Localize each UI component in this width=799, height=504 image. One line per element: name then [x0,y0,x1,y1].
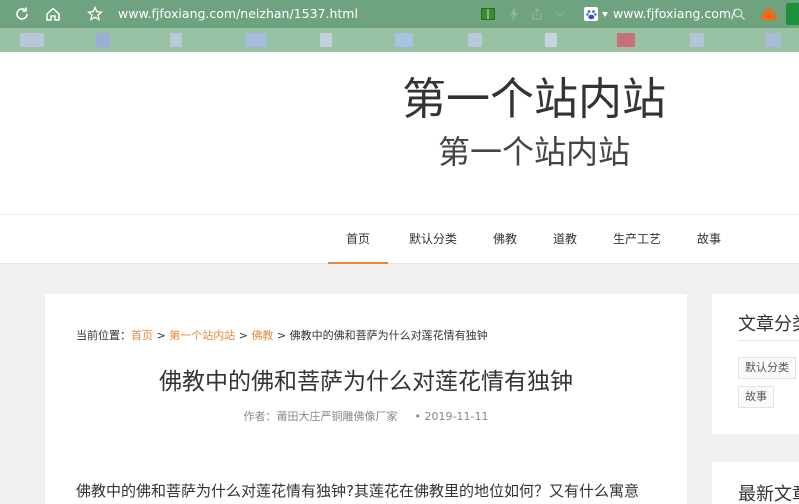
bookmark-item[interactable] [690,33,704,47]
category-tag[interactable]: 故事 [738,386,774,408]
sidebar-categories: 文章分类 默认分类 故事 [712,294,799,434]
breadcrumb: 当前位置：首页 > 第一个站内站 > 佛教 > 佛教中的佛和菩萨为什么对莲花情有… [76,327,488,343]
site-header: 第一个站内站 第一个站内站 [0,52,799,214]
article-date: • 2019-11-11 [414,410,489,423]
article-meta: 作者：莆田大庄严铜雕佛像厂家 • 2019-11-11 [45,408,687,424]
nav-item-craft[interactable]: 生产工艺 [607,215,667,264]
divider [738,340,799,341]
category-tag[interactable]: 默认分类 [738,357,796,379]
address-bar[interactable]: www.fjfoxiang.com/neizhan/1537.html [118,6,358,21]
reader-icon[interactable] [480,6,496,22]
bookmark-item[interactable] [320,33,332,47]
extension-icon[interactable] [759,6,779,22]
bookmark-item[interactable] [20,33,44,47]
sidebar-latest: 最新文章 [712,462,799,504]
breadcrumb-sep: > [153,329,170,342]
dropdown-arrow-icon [602,11,608,17]
bookmark-item[interactable] [245,33,267,47]
extension-icon-2[interactable] [786,3,799,25]
article-body: 佛教中的佛和菩萨为什么对莲花情有独钟?其莲花在佛教里的地位如何？又有什么寓意 [76,482,639,500]
breadcrumb-prefix: 当前位置： [76,329,131,342]
breadcrumb-current: 佛教中的佛和菩萨为什么对莲花情有独钟 [289,329,488,342]
article-card: 当前位置：首页 > 第一个站内站 > 佛教 > 佛教中的佛和菩萨为什么对莲花情有… [45,294,687,504]
baidu-icon [584,7,598,21]
sidebar-categories-title: 文章分类 [738,314,799,335]
lightning-icon[interactable] [508,6,520,22]
breadcrumb-category[interactable]: 佛教 [251,329,273,342]
search-box[interactable]: www.fjfoxiang.com/ [613,6,735,21]
nav-item-home[interactable]: 首页 [328,215,388,264]
bookmark-item[interactable] [96,33,110,47]
sidebar-latest-title: 最新文章 [738,484,799,504]
share-icon[interactable] [530,6,544,22]
article-author: 作者：莆田大庄严铜雕佛像厂家 [243,410,398,423]
breadcrumb-home[interactable]: 首页 [131,329,153,342]
chevron-down-icon[interactable] [554,6,566,22]
article-title: 佛教中的佛和菩萨为什么对莲花情有独钟 [159,369,573,395]
bookmark-item[interactable] [545,33,557,47]
site-subtitle: 第一个站内站 [437,133,630,171]
breadcrumb-sep: > [235,329,252,342]
site-title[interactable]: 第一个站内站 [334,74,734,126]
bookmark-item[interactable] [765,33,781,47]
refresh-icon[interactable] [11,3,33,25]
search-engine-selector[interactable] [584,4,608,24]
nav-item-stories[interactable]: 故事 [689,215,729,264]
home-icon[interactable] [42,3,64,25]
bookmarks-bar [0,28,799,52]
star-icon[interactable] [84,3,106,25]
breadcrumb-section[interactable]: 第一个站内站 [169,329,235,342]
breadcrumb-sep: > [273,329,290,342]
nav-item-taoism[interactable]: 道教 [545,215,585,264]
nav-item-buddhism[interactable]: 佛教 [485,215,525,264]
bookmark-item[interactable] [468,33,482,47]
search-icon[interactable] [732,6,746,22]
bookmark-item[interactable] [395,33,413,47]
nav-item-default[interactable]: 默认分类 [403,215,463,264]
main-nav: 首页 默认分类 佛教 道教 生产工艺 故事 [0,214,799,264]
bookmark-item[interactable] [617,33,635,47]
browser-toolbar: www.fjfoxiang.com/neizhan/1537.html www.… [0,0,799,28]
bookmark-item[interactable] [170,33,182,47]
